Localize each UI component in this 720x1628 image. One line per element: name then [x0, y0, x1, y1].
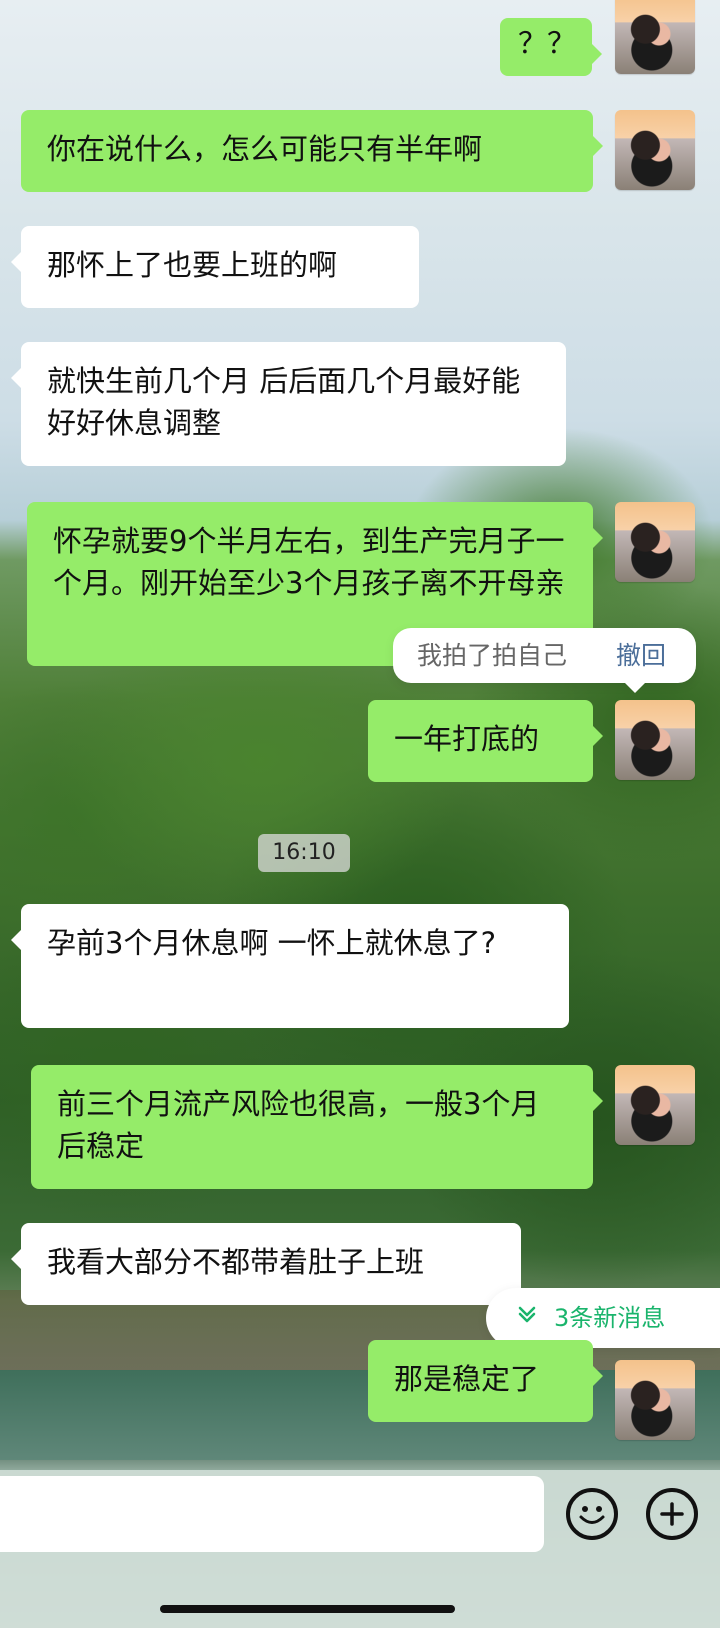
undo-button[interactable]: 撤回: [616, 628, 666, 683]
message-text: 就快生前几个月 后后面几个月最好能好好休息调整: [47, 364, 521, 440]
pat-text: 我拍了拍自己: [417, 641, 568, 670]
message-text: 孕前3个月休息啊 一怀上就休息了?: [47, 926, 497, 960]
message-text: 一年打底的: [394, 722, 540, 756]
message-bubble[interactable]: ？？: [500, 18, 602, 76]
message-bubble[interactable]: 你在说什么，怎么可能只有半年啊: [21, 110, 603, 192]
avatar-self[interactable]: [615, 700, 695, 780]
message-text: ？？: [518, 26, 577, 60]
message-text: 那怀上了也要上班的啊: [47, 248, 338, 282]
emoji-icon[interactable]: [566, 1488, 618, 1540]
message-bubble[interactable]: 前三个月流产风险也很高，一般3个月后稳定: [31, 1065, 603, 1189]
background-water: [0, 1370, 720, 1460]
chevron-down-icon: [518, 1306, 536, 1323]
message-bubble[interactable]: 我看大部分不都带着肚子上班: [11, 1223, 521, 1305]
message-text: 那是稳定了: [394, 1362, 540, 1396]
avatar-self[interactable]: [615, 0, 695, 74]
message-bubble[interactable]: 孕前3个月休息啊 一怀上就休息了?: [11, 904, 569, 1028]
plus-icon[interactable]: [646, 1488, 698, 1540]
message-text: 前三个月流产风险也很高，一般3个月后稳定: [57, 1087, 540, 1163]
message-text: 你在说什么，怎么可能只有半年啊: [47, 132, 483, 166]
message-text: 我看大部分不都带着肚子上班: [47, 1245, 425, 1279]
message-input[interactable]: [0, 1476, 544, 1552]
avatar-self[interactable]: [615, 1360, 695, 1440]
message-bubble[interactable]: 一年打底的: [368, 700, 603, 782]
message-bubble[interactable]: 就快生前几个月 后后面几个月最好能好好休息调整: [11, 342, 566, 466]
avatar-self[interactable]: [615, 1065, 695, 1145]
message-bubble[interactable]: 那是稳定了: [368, 1340, 603, 1422]
message-text: 怀孕就要9个半月左右，到生产完月子一个月。刚开始至少3个月孩子离不开母亲: [53, 524, 565, 600]
avatar-self[interactable]: [615, 502, 695, 582]
avatar-self[interactable]: [615, 110, 695, 190]
home-indicator: [160, 1605, 455, 1613]
new-messages-button[interactable]: 3条新消息: [486, 1288, 720, 1348]
pat-action-popup: 我拍了拍自己 撤回: [393, 628, 696, 693]
new-messages-label: 3条新消息: [554, 1304, 666, 1332]
message-bubble[interactable]: 那怀上了也要上班的啊: [11, 226, 419, 308]
timestamp-badge: 16:10: [258, 834, 350, 872]
